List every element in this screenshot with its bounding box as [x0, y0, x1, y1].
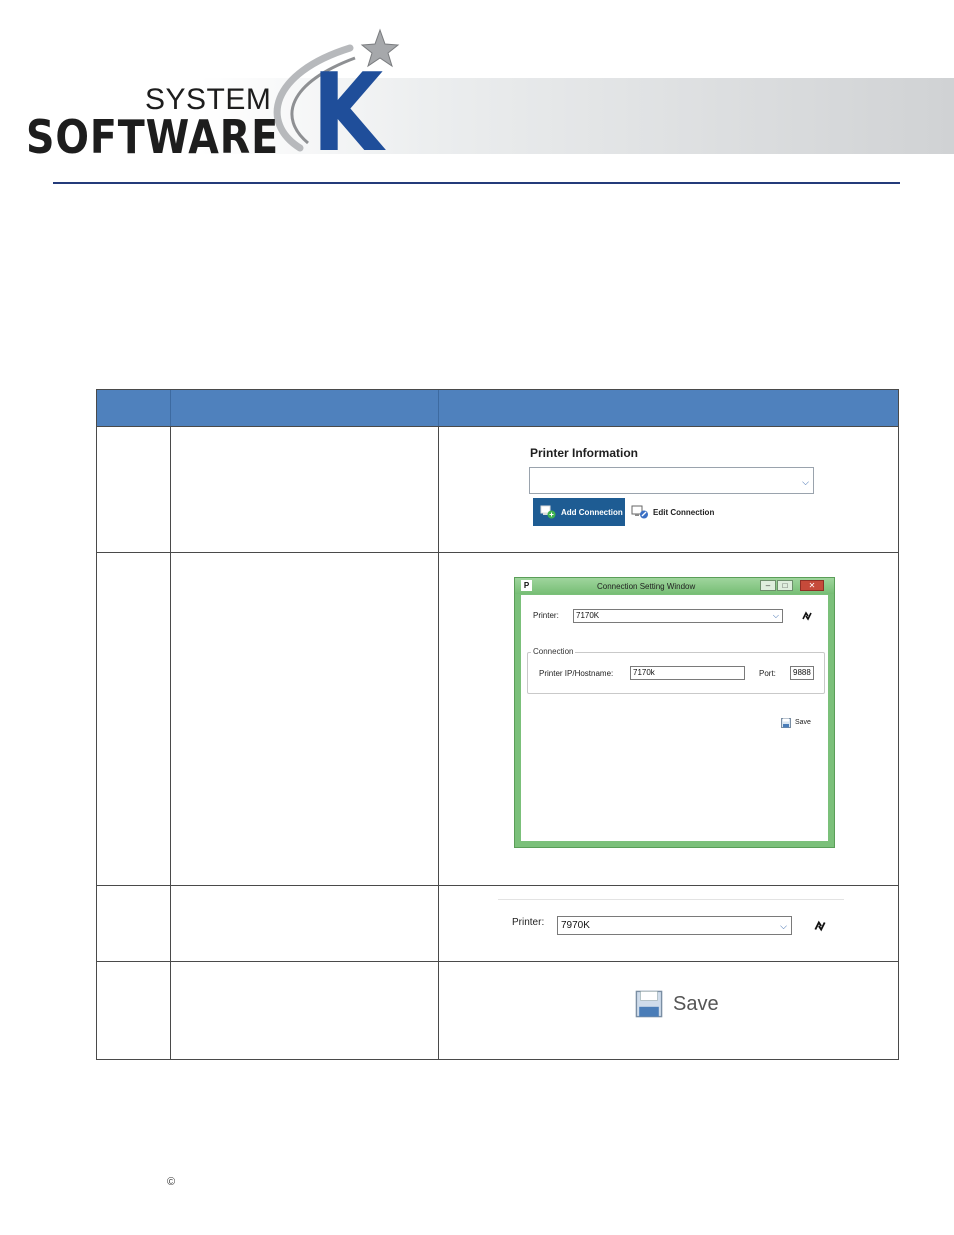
printer-select[interactable]: 7170K ⌵: [573, 609, 783, 623]
ip-hostname-input[interactable]: 7170k: [630, 666, 745, 680]
chevron-down-icon: ⌵: [780, 921, 787, 931]
connection-group: Connection Printer IP/Hostname: 7170k Po…: [527, 647, 825, 694]
panel-top-line: [498, 899, 844, 900]
logo-software-text: SOFTWARE: [26, 110, 279, 164]
save-label: Save: [673, 993, 719, 1015]
window-client-area: Printer: 7170K ⌵ Connection Printer IP/H…: [521, 595, 828, 841]
printer-label: Printer:: [533, 611, 559, 620]
minimize-icon[interactable]: –: [760, 580, 776, 591]
refresh-icon[interactable]: [801, 610, 813, 622]
table-row: Save: [97, 961, 898, 1059]
copyright-symbol: ©: [167, 1176, 176, 1188]
save-label: Save: [795, 719, 811, 726]
printer-select-value: 7170K: [576, 611, 600, 620]
edit-connection-label: Edit Connection: [653, 508, 715, 517]
table-header-row: [97, 390, 898, 427]
header-divider: [53, 182, 900, 184]
save-disk-icon: [781, 718, 791, 728]
app-icon: P: [521, 580, 532, 591]
port-input[interactable]: 9888: [790, 666, 814, 680]
refresh-icon[interactable]: [813, 919, 827, 933]
printer-label: Printer:: [512, 917, 545, 928]
chevron-down-icon: ⌵: [772, 611, 779, 620]
window-title: Connection Setting Window: [597, 582, 696, 591]
logo-k-letter: K: [312, 51, 384, 176]
add-connection-button[interactable]: Add Connection: [533, 498, 625, 526]
printer-select-value: 7970K: [561, 920, 590, 931]
steps-table: Printer Information ⌵ Add Connection Edi…: [96, 389, 899, 1060]
save-button[interactable]: Save: [635, 990, 725, 1020]
chevron-down-icon: ⌵: [802, 477, 809, 487]
save-disk-icon: [635, 990, 663, 1018]
table-row: P Connection Setting Window – □ ✕ Printe…: [97, 552, 898, 885]
table-row: Printer Information ⌵ Add Connection Edi…: [97, 426, 898, 552]
connection-group-label: Connection: [531, 647, 576, 656]
edit-connection-icon: [631, 505, 648, 519]
save-button[interactable]: Save: [781, 717, 821, 731]
table-row: Printer: 7970K ⌵: [97, 885, 898, 961]
maximize-icon[interactable]: □: [777, 580, 793, 591]
printer-information-title: Printer Information: [530, 446, 639, 460]
ip-label: Printer IP/Hostname:: [539, 669, 614, 678]
port-label: Port:: [759, 669, 776, 678]
edit-connection-button[interactable]: Edit Connection: [629, 498, 719, 526]
connection-setting-window: P Connection Setting Window – □ ✕ Printe…: [514, 577, 835, 848]
close-icon[interactable]: ✕: [800, 580, 824, 591]
printer-select[interactable]: 7970K ⌵: [557, 916, 792, 935]
printer-dropdown[interactable]: ⌵: [529, 467, 814, 494]
add-connection-icon: [540, 505, 556, 519]
window-titlebar: P Connection Setting Window – □ ✕: [515, 578, 834, 594]
add-connection-label: Add Connection: [561, 508, 623, 517]
